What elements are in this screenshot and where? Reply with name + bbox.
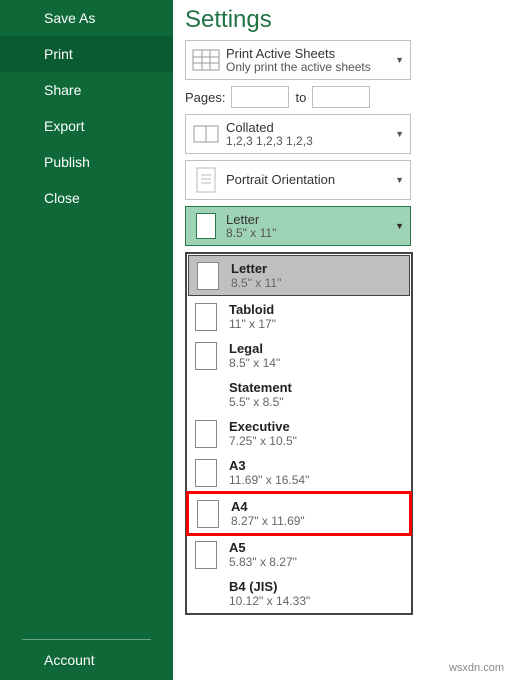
sidebar-item-close[interactable]: Close [0,180,173,216]
main-panel: Settings Print Active Sheets Only print … [173,0,512,680]
collation-dropdown[interactable]: Collated 1,2,3 1,2,3 1,2,3 ▼ [185,114,411,154]
paper-option[interactable]: A55.83" x 8.27" [187,535,411,574]
page-icon [195,420,217,448]
collated-icon [186,115,226,153]
paper-name: Executive [229,419,403,434]
chevron-down-icon: ▼ [395,55,404,65]
orientation-dropdown[interactable]: Portrait Orientation ▼ [185,160,411,200]
chevron-down-icon: ▼ [395,129,404,139]
paper-size-dropdown[interactable]: Letter 8.5" x 11" ▼ [185,206,411,246]
paper-dim: 8.5" x 11" [231,276,401,290]
print-what-title: Print Active Sheets [226,46,406,61]
paper-option[interactable]: Tabloid11" x 17" [187,297,411,336]
paper-name: A5 [229,540,403,555]
paper-option[interactable]: Letter8.5" x 11" [188,255,410,296]
pages-to-input[interactable] [312,86,370,108]
sidebar-item-share[interactable]: Share [0,72,173,108]
paper-name: A4 [231,499,401,514]
paper-size-list: Letter8.5" x 11"Tabloid11" x 17"Legal8.5… [185,252,413,615]
pages-from-input[interactable] [231,86,289,108]
paper-option[interactable]: A48.27" x 11.69" [186,491,412,536]
page-icon [186,207,226,245]
paper-dim: 11" x 17" [229,317,403,331]
paper-sub: 8.5" x 11" [226,226,406,240]
paper-dim: 7.25" x 10.5" [229,434,403,448]
sidebar-item-account[interactable]: Account [0,640,173,680]
portrait-icon [186,161,226,199]
paper-option[interactable]: B4 (JIS)10.12" x 14.33" [187,574,411,613]
paper-option[interactable]: Legal8.5" x 14" [187,336,411,375]
settings-title: Settings [185,6,512,34]
chevron-down-icon: ▼ [395,175,404,185]
pages-to-label: to [295,90,306,105]
paper-name: Statement [229,380,403,395]
paper-title: Letter [226,212,406,227]
watermark: wsxdn.com [449,662,504,674]
collation-sub: 1,2,3 1,2,3 1,2,3 [226,134,406,148]
sidebar-item-print[interactable]: Print [0,36,173,72]
paper-dim: 5.5" x 8.5" [229,395,403,409]
sidebar: Save As Print Share Export Publish Close… [0,0,173,680]
page-icon [195,342,217,370]
page-icon [197,500,219,528]
paper-name: Tabloid [229,302,403,317]
page-icon [195,303,217,331]
paper-dim: 10.12" x 14.33" [229,594,403,608]
sheet-icon [186,41,226,79]
page-icon [195,541,217,569]
print-what-dropdown[interactable]: Print Active Sheets Only print the activ… [185,40,411,80]
paper-option[interactable]: Executive7.25" x 10.5" [187,414,411,453]
sidebar-item-publish[interactable]: Publish [0,144,173,180]
paper-option[interactable]: Statement5.5" x 8.5" [187,375,411,414]
page-icon [197,262,219,290]
paper-dim: 11.69" x 16.54" [229,473,403,487]
sidebar-item-save-as[interactable]: Save As [0,0,173,36]
paper-name: Letter [231,261,401,276]
paper-option[interactable]: A311.69" x 16.54" [187,453,411,492]
print-what-sub: Only print the active sheets [226,60,406,74]
paper-name: Legal [229,341,403,356]
orientation-title: Portrait Orientation [226,172,406,187]
chevron-down-icon: ▼ [395,221,404,231]
paper-name: B4 (JIS) [229,579,403,594]
paper-dim: 8.5" x 14" [229,356,403,370]
collation-title: Collated [226,120,406,135]
paper-name: A3 [229,458,403,473]
pages-label: Pages: [185,90,225,105]
sidebar-item-export[interactable]: Export [0,108,173,144]
paper-dim: 8.27" x 11.69" [231,514,401,528]
paper-dim: 5.83" x 8.27" [229,555,403,569]
pages-row: Pages: to [185,86,512,108]
page-icon [195,459,217,487]
